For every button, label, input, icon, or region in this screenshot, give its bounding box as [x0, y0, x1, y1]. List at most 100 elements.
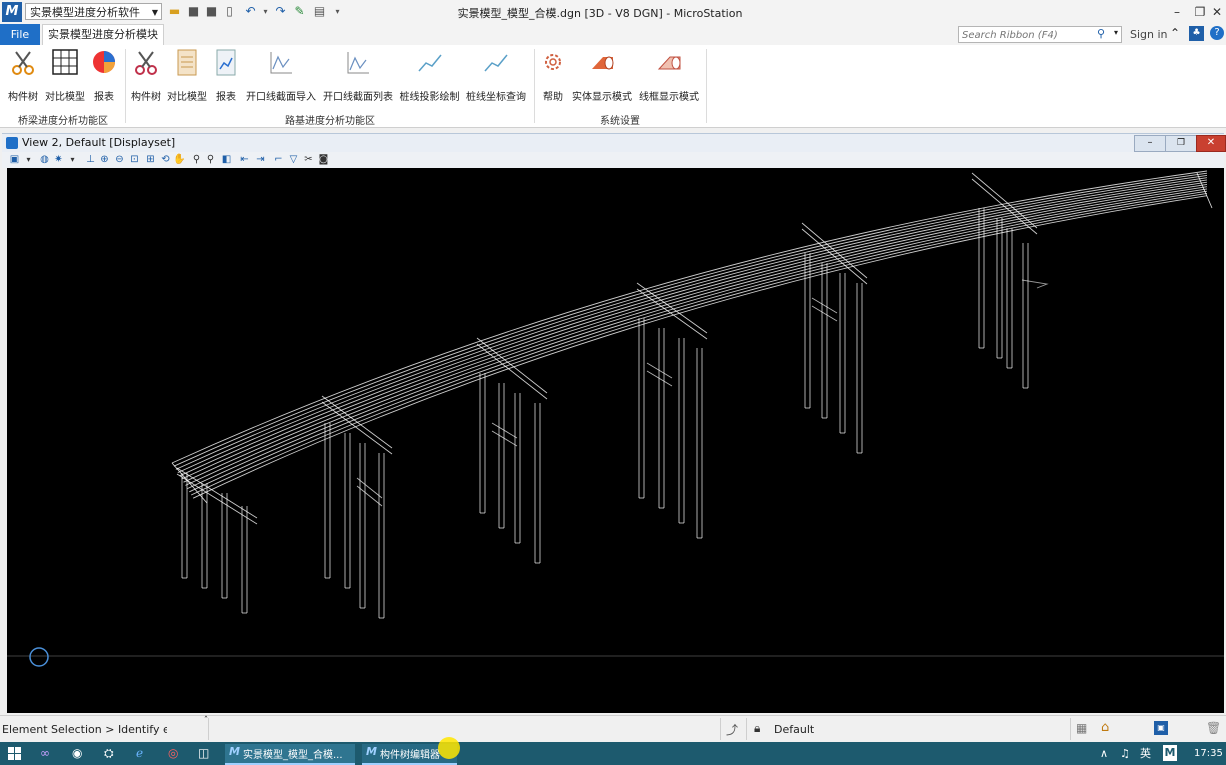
update-view-icon[interactable]: ⊥: [84, 153, 97, 166]
volume-icon[interactable]: ♫: [1120, 745, 1130, 762]
rotate-view-icon[interactable]: ⟲: [159, 153, 172, 166]
bridge-report-button[interactable]: 报表: [89, 49, 119, 103]
wireframe-display-mode-button[interactable]: 线框显示模式: [636, 49, 702, 103]
report-icon: [216, 49, 236, 76]
pile-coordinate-query-button[interactable]: 桩线坐标查询: [463, 49, 529, 103]
tab-progress-analysis[interactable]: 实景模型进度分析模块: [42, 24, 164, 45]
close-icon[interactable]: ✕: [1206, 3, 1226, 21]
view-toolbar: ▣ ▾ ◍ ✷ ▾ ⊥ ⊕ ⊖ ⊡ ⊞ ⟲ ✋ ⚲ ⚲ ◧ ⇤ ⇥ ⌐ ▽ ✂ …: [2, 152, 1224, 168]
redo-icon[interactable]: ↷: [273, 4, 288, 19]
view-close-icon[interactable]: ✕: [1196, 135, 1226, 152]
lighting-dropdown-icon[interactable]: ▾: [66, 153, 79, 166]
view-attributes-icon[interactable]: ▣: [8, 153, 21, 166]
view-window-header: View 2, Default [Displayset] – ❐ ✕: [2, 133, 1226, 153]
pin-icon[interactable]: ✎: [292, 4, 307, 19]
window-area-icon[interactable]: ⊡: [128, 153, 141, 166]
bridge-compare-model-button[interactable]: 对比模型: [43, 49, 87, 103]
clip-volume-icon[interactable]: ▽: [287, 153, 300, 166]
open-folder-icon[interactable]: ▬: [167, 4, 182, 19]
app-gray-icon[interactable]: ◫: [198, 745, 209, 762]
input-method-icon[interactable]: M: [1163, 745, 1177, 761]
pile-projection-button[interactable]: 桩线投影绘制: [397, 49, 462, 103]
active-level[interactable]: Default: [774, 723, 814, 736]
pan-view-icon[interactable]: ✋: [173, 153, 186, 166]
view-icon[interactable]: [6, 137, 18, 149]
tray-expand-icon[interactable]: ∧: [1100, 745, 1108, 762]
ribbon-search[interactable]: ⚲ ▾: [958, 26, 1122, 43]
help-button[interactable]: 帮助: [538, 49, 568, 103]
save-all-icon[interactable]: ■: [204, 4, 219, 19]
roadbed-component-tree-button[interactable]: 构件树: [128, 49, 164, 103]
title-bar: M 实景模型进度分析软件 ▼ ▬ ■ ■ ▯ ↶ ▾ ↷ ✎ ▤ ▾ 实景模型_…: [0, 0, 1226, 25]
save-icon[interactable]: ■: [186, 4, 201, 19]
button-label: 报表: [94, 92, 114, 103]
roadbed-compare-model-button[interactable]: 对比模型: [165, 49, 209, 103]
tab-file[interactable]: File: [0, 24, 40, 45]
lighting-icon[interactable]: ✷: [52, 153, 65, 166]
ribbon: 构件树 对比模型 报表 桥梁进度分析功能区 构件树 对比模型 报表 开口线截面导…: [0, 45, 1226, 128]
help-icon[interactable]: ?: [1210, 26, 1224, 40]
solid-display-mode-button[interactable]: 实体显示模式: [570, 49, 634, 103]
button-label: 桩线投影绘制: [399, 92, 460, 103]
windows-start-icon[interactable]: [8, 747, 22, 761]
customize-dropdown-icon[interactable]: ▾: [330, 4, 345, 19]
message-center-icon[interactable]: ▣: [1154, 721, 1168, 735]
status-divider: [208, 718, 209, 740]
compress-icon[interactable]: ▯: [222, 4, 237, 19]
view-restore-icon[interactable]: ❐: [1165, 135, 1197, 152]
browser-icon[interactable]: ◉: [72, 745, 82, 762]
display-style-icon[interactable]: ◍: [38, 153, 51, 166]
button-label: 对比模型: [167, 92, 207, 103]
undo-icon[interactable]: ↶: [243, 4, 258, 19]
view-canvas[interactable]: [7, 168, 1224, 713]
document-icon: [177, 49, 197, 76]
walk-icon[interactable]: ⚲: [190, 153, 203, 166]
ime-indicator[interactable]: 英: [1140, 745, 1151, 762]
section-list-button[interactable]: 开口线截面列表: [320, 49, 396, 103]
search-input[interactable]: [959, 27, 1095, 43]
group-divider: [706, 49, 707, 123]
status-bar: Element Selection > Identify elem ˆ ⤴ 🔒︎…: [0, 715, 1226, 743]
chevron-down-icon: ▼: [151, 8, 158, 17]
workspace-dropdown[interactable]: 实景模型进度分析软件 ▼: [25, 3, 162, 20]
view-minimize-icon[interactable]: –: [1134, 135, 1166, 152]
minimize-icon[interactable]: –: [1166, 3, 1188, 21]
model-icon[interactable]: ▦: [1076, 721, 1087, 735]
button-label: 开口线截面导入: [246, 92, 316, 103]
view-previous-icon[interactable]: ◧: [220, 153, 233, 166]
sign-in-link[interactable]: Sign in: [1130, 28, 1168, 41]
ie-icon[interactable]: ℯ: [136, 745, 143, 762]
collapse-ribbon-icon[interactable]: ⌃: [1170, 26, 1180, 40]
view-back-icon[interactable]: ⇤: [238, 153, 251, 166]
app-red-icon[interactable]: ◎: [168, 745, 178, 762]
undo-dropdown-icon[interactable]: ▾: [258, 4, 273, 19]
view-attributes-dropdown-icon[interactable]: ▾: [22, 153, 35, 166]
view-forward-icon[interactable]: ⇥: [254, 153, 267, 166]
trash-icon[interactable]: 🗑︎: [1206, 721, 1221, 735]
gear-icon: [545, 54, 561, 70]
fit-view-icon[interactable]: ⊞: [144, 153, 157, 166]
bridge-component-tree-button[interactable]: 构件树: [4, 49, 42, 103]
home-icon[interactable]: ⌂: [1101, 720, 1109, 735]
copy-view-icon[interactable]: ⌐: [272, 153, 285, 166]
search-icon[interactable]: ⚲: [1097, 27, 1105, 40]
search-dropdown-icon[interactable]: ▾: [1114, 28, 1118, 37]
button-label: 对比模型: [45, 92, 85, 103]
zoom-out-icon[interactable]: ⊖: [113, 153, 126, 166]
roadbed-report-button[interactable]: 报表: [211, 49, 241, 103]
taskbar-app-label: 构件树编辑器: [380, 750, 440, 761]
microstation-logo-icon[interactable]: M: [2, 2, 22, 22]
clip-mask-icon[interactable]: ✂: [302, 153, 315, 166]
connect-icon[interactable]: ♣: [1189, 26, 1204, 41]
taskbar-app-microstation[interactable]: M 实景模型_模型_合模...: [225, 744, 355, 765]
visual-studio-icon[interactable]: ∞: [40, 745, 50, 762]
zoom-in-icon[interactable]: ⊕: [98, 153, 111, 166]
camera-icon[interactable]: ◙: [317, 153, 330, 166]
print-icon[interactable]: ▤: [312, 4, 327, 19]
snap-icon[interactable]: ⤴: [726, 721, 738, 738]
lock-icon[interactable]: 🔒︎: [754, 721, 760, 736]
section-import-button[interactable]: 开口线截面导入: [243, 49, 319, 103]
button-label: 实体显示模式: [572, 92, 632, 103]
fly-icon[interactable]: ⚲: [204, 153, 217, 166]
network-icon[interactable]: ⛭: [104, 745, 114, 762]
